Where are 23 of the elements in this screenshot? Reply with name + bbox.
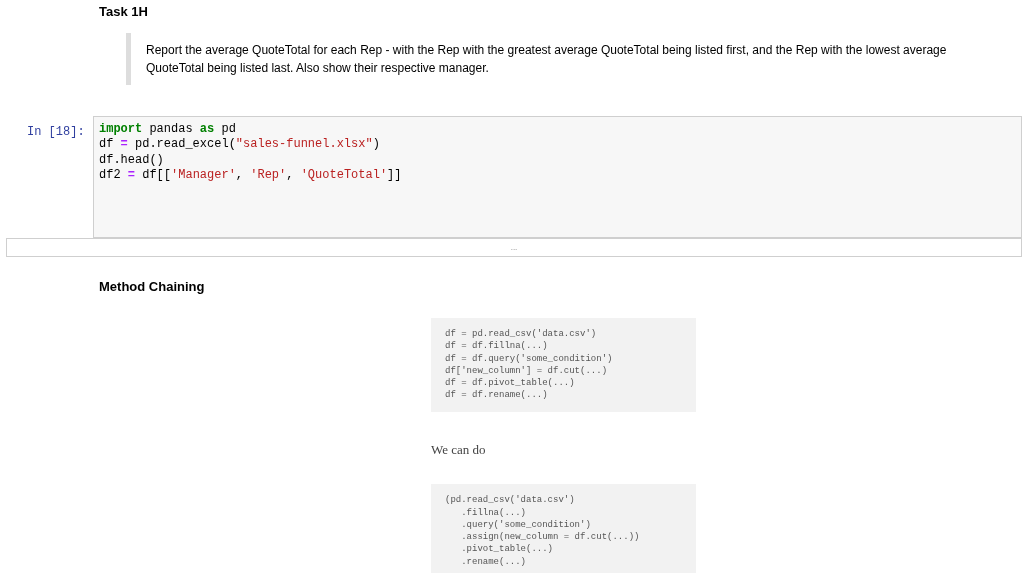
code-line: .rename(...) [460,555,526,569]
section-heading: Method Chaining [99,277,205,296]
code-line: df = df.rename(...) [445,389,548,402]
code-line: df = df.pivot_table(...) [445,377,575,390]
code-line: .query('some_condition') [460,518,591,532]
code-line: df = df.fillna(...) [445,340,548,353]
code-line: df['new_column'] = df.cut(...) [445,364,608,378]
cell-prompt: In [18]: [26,123,86,141]
body-text: We can do [431,440,486,459]
code-line: df2 = df[['Manager', 'Rep', 'QuoteTotal']] [99,168,402,184]
code-line: df.head() [99,152,164,168]
code-cell[interactable]: import pandas as pd df = pd.read_excel("sales-funnel.xlsx") df.head() df2 = df[['Manager', 'Rep', 'QuoteTotal']] [93,115,1022,238]
code-line: df = df.query('some_condition') [445,352,613,365]
code-line: .assign(new_column = df.cut(...)) [460,531,640,544]
code-line: df = pd.read_csv('data.csv') [445,328,597,341]
code-line: .pivot_table(...) [460,543,554,556]
task-description: Report the average QuoteTotal for each Rep - with the Rep with the greatest average QuoteTotal being listed first, and the Rep with the lowest average QuoteTotal being listed last. Also show their respective manager. [146,41,948,77]
task-heading: Task 1H [99,3,148,21]
code-line: (pd.read_csv('data.csv') [445,494,575,507]
code-line: .fillna(...) [460,506,526,519]
collapsed-output-bar[interactable]: ... [6,237,1022,257]
code-line: df = pd.read_excel("sales-funnel.xlsx") [99,137,380,153]
code-line: import pandas as pd [99,121,236,137]
